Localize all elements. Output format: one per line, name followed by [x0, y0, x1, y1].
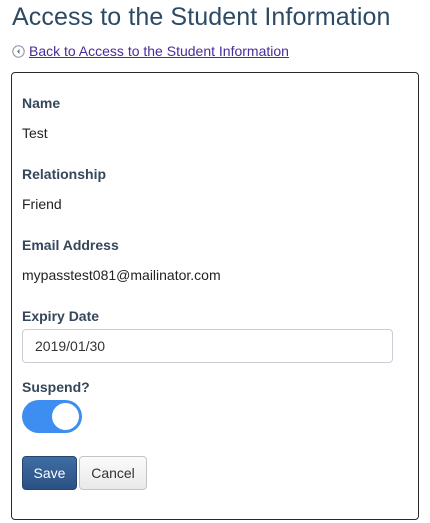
- student-access-form: Name Test Relationship Friend Email Addr…: [11, 72, 419, 520]
- toggle-knob: [52, 403, 79, 430]
- name-value: Test: [22, 125, 48, 141]
- back-arrow-circle-icon: [12, 44, 25, 58]
- email-label: Email Address: [22, 237, 119, 253]
- save-button[interactable]: Save: [22, 456, 77, 490]
- cancel-button[interactable]: Cancel: [79, 456, 147, 490]
- relationship-label: Relationship: [22, 166, 107, 182]
- expiry-date-label: Expiry Date: [22, 308, 100, 324]
- relationship-value: Friend: [22, 196, 62, 212]
- email-value: mypasstest081@mailinator.com: [22, 267, 221, 283]
- page-title: Access to the Student Information: [12, 3, 391, 31]
- name-label: Name: [22, 95, 61, 111]
- suspend-toggle[interactable]: [22, 400, 82, 433]
- suspend-label: Suspend?: [22, 379, 90, 395]
- back-link-label[interactable]: Back to Access to the Student Informatio…: [29, 43, 289, 59]
- back-link[interactable]: Back to Access to the Student Informatio…: [12, 43, 289, 59]
- expiry-date-input[interactable]: [22, 329, 393, 363]
